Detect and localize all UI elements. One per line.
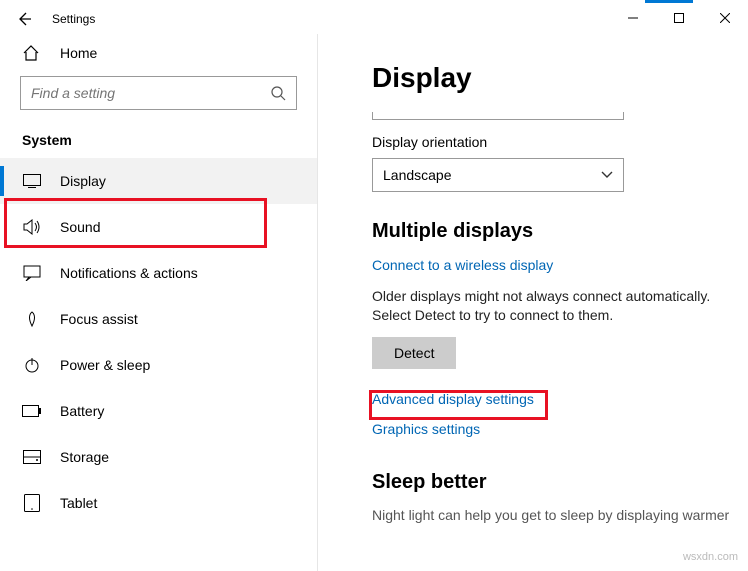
sidebar-category: System — [0, 114, 317, 158]
close-icon — [720, 13, 730, 23]
sidebar-item-battery[interactable]: Battery — [0, 388, 317, 434]
nav-home-label: Home — [60, 45, 97, 61]
sidebar-item-label: Tablet — [60, 495, 97, 511]
multiple-displays-heading: Multiple displays — [372, 220, 748, 243]
power-icon — [22, 356, 42, 374]
minimize-button[interactable] — [610, 3, 656, 33]
sidebar-item-power-sleep[interactable]: Power & sleep — [0, 342, 317, 388]
maximize-icon — [674, 13, 684, 23]
wireless-display-link[interactable]: Connect to a wireless display — [372, 257, 553, 273]
search-box[interactable] — [20, 76, 297, 110]
close-button[interactable] — [702, 3, 748, 33]
storage-icon — [22, 450, 42, 464]
sidebar-item-tablet[interactable]: Tablet — [0, 480, 317, 526]
content-pane: Display Display orientation Landscape Mu… — [318, 34, 748, 571]
search-input[interactable] — [31, 85, 270, 101]
titlebar: Settings — [0, 0, 748, 34]
sidebar-item-focus-assist[interactable]: Focus assist — [0, 296, 317, 342]
tablet-icon — [22, 494, 42, 512]
orientation-dropdown[interactable]: Landscape — [372, 158, 624, 192]
older-displays-text: Older displays might not always connect … — [372, 287, 712, 325]
page-title: Display — [372, 62, 748, 94]
brightness-slider-remnant — [372, 112, 624, 120]
sidebar-item-label: Display — [60, 173, 106, 189]
search-icon — [270, 85, 286, 101]
sidebar-item-sound[interactable]: Sound — [0, 204, 317, 250]
sidebar-item-label: Power & sleep — [60, 357, 150, 373]
maximize-button[interactable] — [656, 3, 702, 33]
minimize-icon — [628, 13, 638, 23]
sidebar-item-storage[interactable]: Storage — [0, 434, 317, 480]
sidebar-item-label: Notifications & actions — [60, 265, 198, 281]
detect-button[interactable]: Detect — [372, 337, 456, 369]
sidebar: Home System Display — [0, 34, 318, 571]
sidebar-item-label: Battery — [60, 403, 104, 419]
battery-icon — [22, 405, 42, 417]
display-icon — [22, 174, 42, 188]
sidebar-item-label: Focus assist — [60, 311, 138, 327]
graphics-settings-link[interactable]: Graphics settings — [372, 421, 480, 437]
advanced-display-link[interactable]: Advanced display settings — [372, 391, 534, 407]
sidebar-nav: Display Sound Notifications & actions — [0, 158, 317, 526]
sidebar-item-display[interactable]: Display — [0, 158, 317, 204]
sidebar-item-label: Storage — [60, 449, 109, 465]
orientation-label: Display orientation — [372, 134, 748, 150]
window-title: Settings — [52, 12, 95, 26]
orientation-value: Landscape — [383, 167, 452, 183]
watermark: wsxdn.com — [683, 551, 738, 563]
night-light-text: Night light can help you get to sleep by… — [372, 506, 748, 525]
sleep-better-heading: Sleep better — [372, 471, 748, 494]
nav-home[interactable]: Home — [0, 34, 317, 70]
sidebar-item-notifications[interactable]: Notifications & actions — [0, 250, 317, 296]
home-icon — [22, 44, 42, 62]
focus-assist-icon — [22, 310, 42, 328]
arrow-left-icon — [16, 11, 32, 27]
back-button[interactable] — [10, 5, 38, 33]
sidebar-item-label: Sound — [60, 219, 100, 235]
sound-icon — [22, 219, 42, 235]
chevron-down-icon — [601, 171, 613, 179]
notifications-icon — [22, 265, 42, 281]
